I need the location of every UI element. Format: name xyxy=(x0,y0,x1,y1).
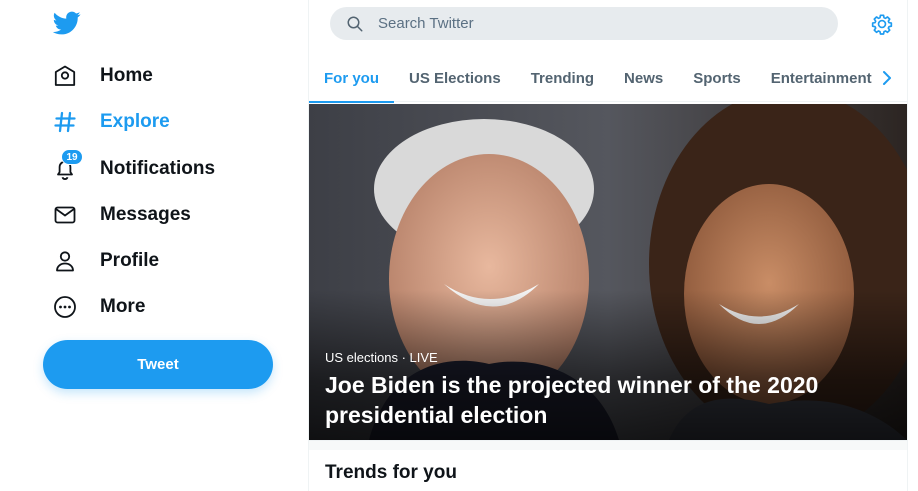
sidebar-item-label: Notifications xyxy=(100,158,216,179)
sidebar-item-notifications[interactable]: 19 Notifications xyxy=(44,149,215,189)
section-divider xyxy=(309,440,907,450)
home-icon xyxy=(52,63,78,89)
explore-column: For you US Elections Trending News Sport… xyxy=(308,0,908,491)
gear-icon[interactable] xyxy=(871,13,893,35)
trends-heading: Trends for you xyxy=(325,462,457,483)
person-icon xyxy=(52,248,78,274)
sidebar-item-label: Explore xyxy=(100,111,170,132)
sidebar-item-more[interactable]: More xyxy=(44,287,145,327)
chevron-right-icon[interactable] xyxy=(877,66,897,90)
twitter-bird-icon[interactable] xyxy=(52,9,82,37)
featured-news-card[interactable]: US elections · LIVE Joe Biden is the pro… xyxy=(309,104,907,440)
sidebar-item-label: Home xyxy=(100,65,153,86)
hashtag-icon xyxy=(52,109,78,135)
search-icon xyxy=(347,16,363,31)
tab-sports[interactable]: Sports xyxy=(678,54,756,102)
search-bar[interactable] xyxy=(330,7,838,40)
tab-trending[interactable]: Trending xyxy=(516,54,609,102)
news-meta: US elections · LIVE xyxy=(325,350,438,365)
bell-icon: 19 xyxy=(52,149,83,182)
sidebar-item-profile[interactable]: Profile xyxy=(44,241,159,281)
sidebar: Home Explore 19 Notifications Messages P… xyxy=(0,0,308,491)
envelope-icon xyxy=(52,202,78,228)
explore-tabs: For you US Elections Trending News Sport… xyxy=(309,54,907,103)
notification-count-badge: 19 xyxy=(61,149,83,165)
tab-news[interactable]: News xyxy=(609,54,678,102)
more-circle-icon xyxy=(52,294,78,320)
search-input[interactable] xyxy=(378,15,798,32)
sidebar-item-label: Messages xyxy=(100,204,191,225)
tab-us-elections[interactable]: US Elections xyxy=(394,54,516,102)
tab-for-you[interactable]: For you xyxy=(309,54,394,103)
tweet-button[interactable]: Tweet xyxy=(43,340,273,389)
sidebar-item-explore[interactable]: Explore xyxy=(44,102,170,142)
sidebar-item-home[interactable]: Home xyxy=(44,56,153,96)
sidebar-item-messages[interactable]: Messages xyxy=(44,195,191,235)
news-headline[interactable]: Joe Biden is the projected winner of the… xyxy=(325,370,885,430)
sidebar-item-label: More xyxy=(100,296,146,317)
sidebar-item-label: Profile xyxy=(100,250,160,271)
tab-entertainment[interactable]: Entertainment xyxy=(756,54,887,102)
